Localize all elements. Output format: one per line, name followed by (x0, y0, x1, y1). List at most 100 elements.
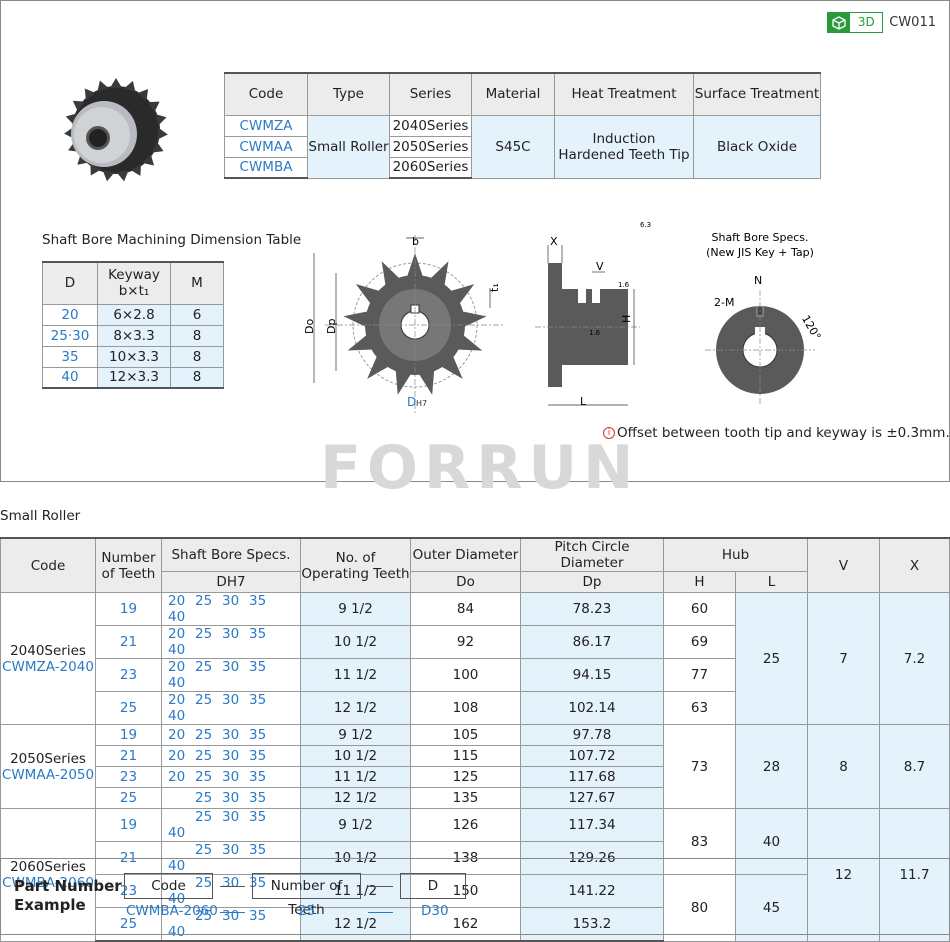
bore-value: 35 (249, 593, 267, 609)
operating-cell: 11 1/2 (300, 658, 411, 692)
bore-value: 40 (168, 675, 186, 691)
col-outer-sub: Do (410, 571, 521, 593)
operating-cell: 9 1/2 (300, 724, 411, 746)
bore-value: 30 (222, 790, 240, 806)
bore-value: 30 (222, 769, 240, 785)
teeth-cell: 25 (95, 691, 162, 725)
spec-table: Code Type Series Material Heat Treatment… (224, 72, 821, 179)
series-name: 2050Series (10, 750, 86, 767)
forrun-logo: FORRUN (320, 433, 633, 503)
dim-do: Do (303, 319, 316, 334)
bore-value: 25 (195, 626, 213, 642)
bore-value: 35 (249, 727, 267, 743)
col-teeth: Number of Teeth (95, 537, 162, 593)
material-cell: S45C (471, 114, 555, 179)
dim-v: V (596, 260, 604, 273)
header-heat-treatment: Heat Treatment (554, 72, 694, 116)
bore-keyway: 6×2.8 (97, 303, 171, 326)
pn-value-teeth: 25 (298, 903, 316, 919)
bore-value: 25 (195, 809, 213, 825)
outer-cell: 115 (410, 745, 521, 767)
badge-3d-button[interactable]: 3D (827, 12, 884, 33)
code-link[interactable]: CWMAA (224, 135, 308, 158)
code-link[interactable]: CWMZA (224, 114, 308, 137)
code-link[interactable]: CWMAA-2050 (1, 767, 95, 783)
series-cell: 2040Series (389, 114, 472, 137)
table-row: 2060Series CWMBA-2060 19 25 30 3540 9 1/2 … (0, 808, 950, 942)
bore-m: 8 (170, 366, 224, 389)
sprocket-photo (58, 78, 168, 192)
bore-d: 25·30 (42, 324, 98, 347)
col-bore: Shaft Bore Specs. (161, 537, 301, 572)
bore-value: 40 (168, 825, 186, 841)
bore-d: 35 (42, 345, 98, 368)
surface-treatment-cell: Black Oxide (693, 114, 821, 179)
catalog-code: CW011 (889, 15, 936, 30)
header-series: Series (389, 72, 472, 116)
dim-b: b (412, 235, 419, 248)
bore-value: 35 (249, 692, 267, 708)
bore-value: 25 (195, 727, 213, 743)
bore-m: 8 (170, 345, 224, 368)
pn-value-code: CWMBA-2060 (126, 903, 218, 919)
side-view-drawing: X V H L 1.6 1.6 6.3 (530, 215, 660, 419)
outer-cell: 108 (410, 691, 521, 725)
bore-spec-drawing: Shaft Bore Specs. (New JIS Key + Tap) N … (700, 228, 830, 412)
bore-value: 20 (168, 727, 186, 743)
bore-d: 20 (42, 303, 98, 326)
part-number-label-line: Part Number (14, 877, 122, 895)
bore-value: 30 (222, 626, 240, 642)
bore-value: 20 (168, 692, 186, 708)
col-operating-line: Operating Teeth (301, 565, 410, 582)
bore-keyway: 12×3.3 (97, 366, 171, 389)
code-link[interactable]: CWMBA (224, 156, 308, 179)
code-link[interactable]: CWMZA-2040 (1, 659, 95, 675)
v-cell: 7 (807, 592, 880, 725)
badge-3d[interactable]: 3D CW011 (827, 12, 936, 33)
table-row: 40 12×3.3 8 (42, 366, 224, 389)
dim-t1: t₁ (488, 283, 501, 292)
bore-cell: 25 30 35 (161, 787, 301, 809)
outer-cell: 84 (410, 592, 521, 626)
bore-value: 35 (249, 842, 267, 858)
bore-value: 20 (168, 626, 186, 642)
operating-cell: 10 1/2 (300, 745, 411, 767)
teeth-cell: 21 (95, 745, 162, 767)
pn-box-teeth: Number of Teeth (252, 873, 361, 918)
col-outer: Outer Diameter (410, 537, 521, 572)
bore-value: 20 (168, 769, 186, 785)
heat-treatment-line: Induction (592, 130, 656, 147)
bore-d: 40 (42, 366, 98, 389)
bore-value: 40 (168, 708, 186, 724)
pitch-cell: 78.23 (520, 592, 664, 626)
bore-value: 25 (195, 790, 213, 806)
bore-spec-angle: 120° (799, 313, 824, 342)
col-operating: No. of Operating Teeth (300, 537, 411, 593)
operating-cell: 12 1/2 (300, 787, 411, 809)
bore-value: 20 (168, 659, 186, 675)
bore-spec-subtitle: (New JIS Key + Tap) (706, 246, 814, 259)
bore-cell: 20 25 30 35 (161, 745, 301, 767)
roughness-mark: 1.6 (589, 329, 601, 337)
pn-box-code: Code (124, 873, 213, 899)
pitch-cell: 127.67 (520, 787, 664, 809)
series-name: 2040Series (10, 642, 86, 659)
pn-box-d: D (400, 873, 466, 899)
bore-value: 25 (195, 748, 213, 764)
pn-separator (368, 886, 393, 887)
hub-h-cell: 69 (663, 625, 736, 659)
col-pitch-sub: Dp (520, 571, 664, 593)
dim-dh7-sub: H7 (416, 399, 427, 408)
col-h: H (663, 571, 736, 593)
outer-cell: 125 (410, 766, 521, 788)
series-cell: 2050Series (389, 135, 472, 158)
bore-value: 25 (195, 842, 213, 858)
teeth-cell: 23 (95, 766, 162, 788)
heat-treatment-line: Hardened Teeth Tip (558, 146, 690, 163)
series-cell: 2060Series (389, 156, 472, 179)
bore-header-keyway: Keyway b×t₁ (97, 261, 171, 305)
teeth-cell: 19 (95, 592, 162, 626)
bore-value: 25 (195, 692, 213, 708)
bore-keyway: 8×3.3 (97, 324, 171, 347)
dim-x: X (550, 235, 558, 248)
